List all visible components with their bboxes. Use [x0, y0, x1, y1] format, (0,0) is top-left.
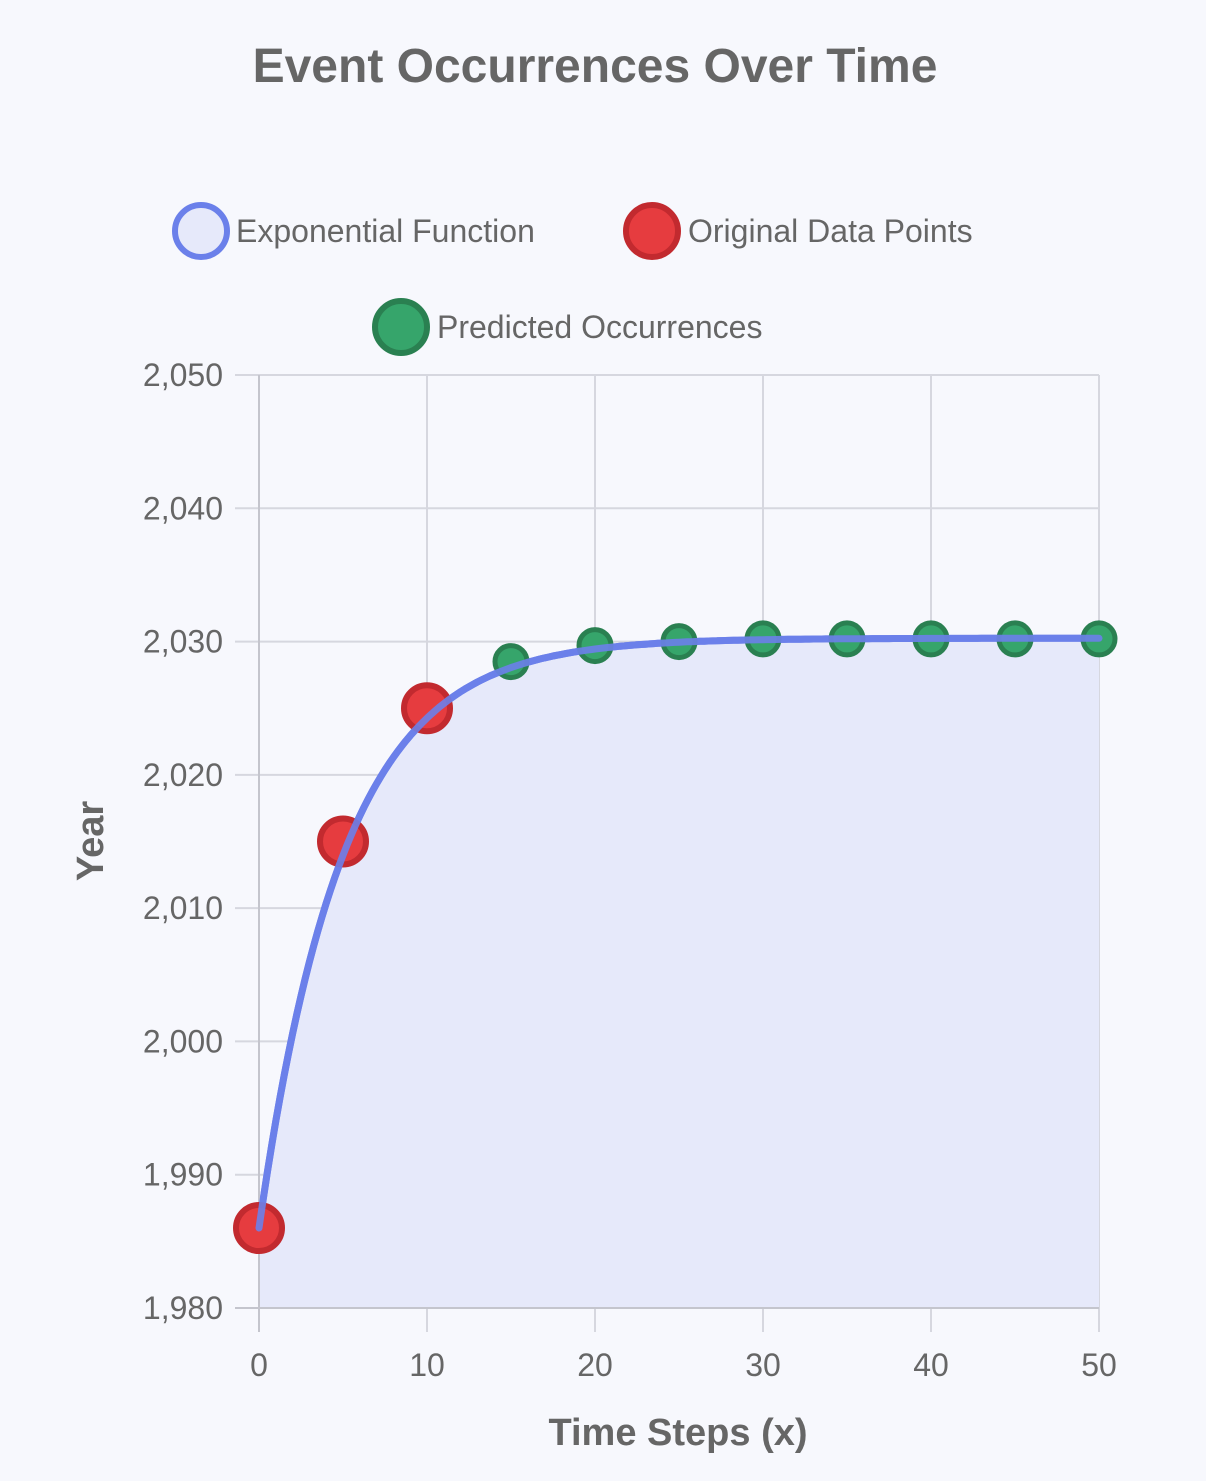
y-tick-label: 2,000	[143, 1023, 223, 1059]
y-axis-label: Year	[70, 801, 112, 882]
legend-label-exponential-function: Exponential Function	[236, 213, 535, 249]
y-tick-label: 2,030	[143, 624, 223, 660]
chart-svg: Event Occurrences Over Time Exponential …	[0, 0, 1206, 1476]
legend-label-original-data-points: Original Data Points	[688, 213, 973, 249]
y-tick-label: 2,020	[143, 757, 223, 793]
legend-marker-exponential-function	[172, 202, 230, 260]
y-tick-label: 2,010	[143, 890, 223, 926]
x-tick-label: 30	[745, 1347, 781, 1383]
y-tick-label: 2,040	[143, 490, 223, 526]
y-tick-label: 2,050	[143, 357, 223, 393]
chart-container: Event Occurrences Over Time Exponential …	[0, 0, 1206, 1476]
y-tick-label: 1,980	[143, 1290, 223, 1326]
legend-marker-predicted-occurrences	[372, 298, 430, 356]
x-tick-label: 0	[250, 1347, 268, 1383]
x-axis-label: Time Steps (x)	[548, 1412, 807, 1454]
x-tick-label: 10	[409, 1347, 445, 1383]
legend-label-predicted-occurrences: Predicted Occurrences	[437, 309, 762, 345]
x-tick-label: 40	[913, 1347, 949, 1383]
legend-marker-original-data-points	[623, 202, 681, 260]
x-tick-label: 50	[1081, 1347, 1117, 1383]
y-tick-label: 1,990	[143, 1157, 223, 1193]
x-tick-label: 20	[577, 1347, 613, 1383]
chart-title: Event Occurrences Over Time	[253, 40, 938, 93]
